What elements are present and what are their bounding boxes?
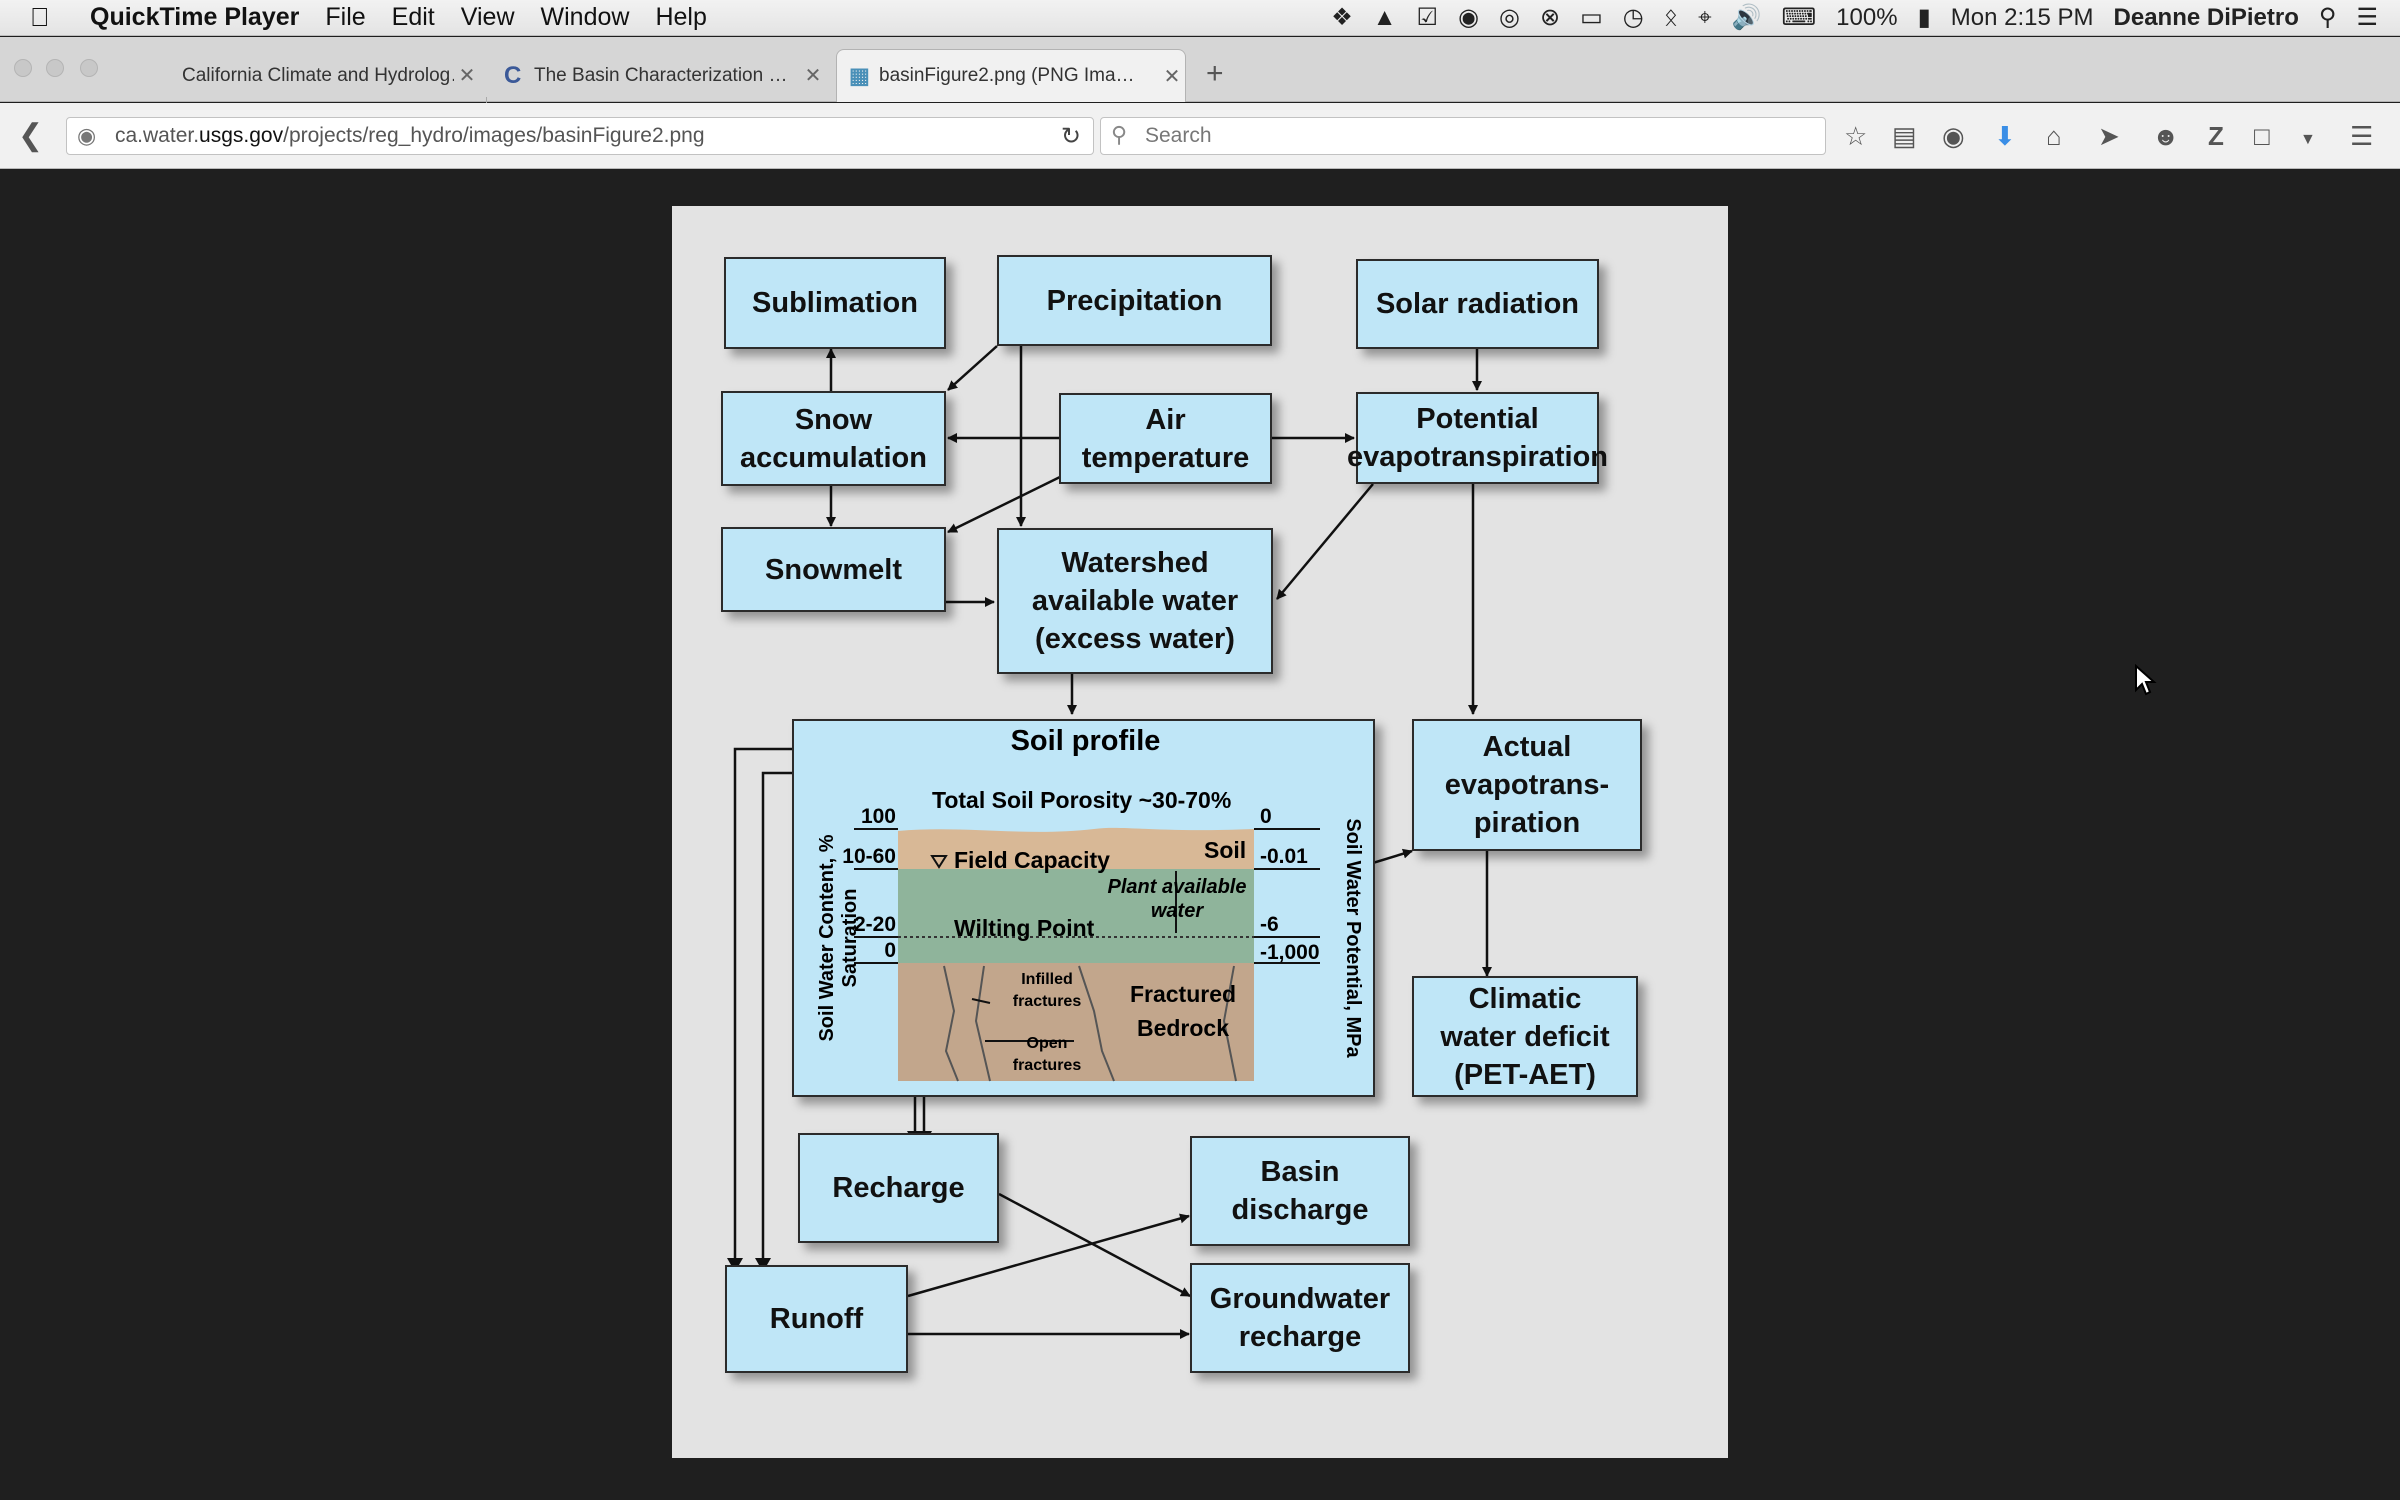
bookmark-star-icon[interactable]: ☆ [1844, 121, 1867, 151]
soil-water-potential-axis-label: Soil Water Potential, MPa [1342, 818, 1364, 1058]
window-zoom-button[interactable] [80, 59, 98, 77]
navigation-bar: ❮ ◉ ca.water. usgs.gov/projects/reg_hydro… [0, 103, 2400, 169]
hamburger-menu-icon[interactable]: ☰ [2350, 121, 2373, 151]
search-field[interactable]: ⚲ Search [1100, 117, 1826, 155]
snowmelt-box: Snowmelt [721, 527, 946, 612]
soil-profile-box: Soil profile Total Soil Porosity ~30-70% [792, 719, 1375, 1097]
volume-icon[interactable]: 🔊 [1732, 0, 1762, 36]
wilting-point-label: Wilting Point [954, 915, 1095, 941]
dropdown-icon[interactable]: ▼ [2300, 125, 2316, 155]
field-capacity-label: Field Capacity [954, 847, 1110, 873]
menu-window[interactable]: Window [541, 3, 630, 32]
tab-basin-characterization[interactable]: C The Basin Characterization … ✕ [492, 49, 826, 102]
left-tick-0: 0 [884, 939, 896, 962]
menu-help[interactable]: Help [655, 3, 706, 32]
c-favicon-icon: C [504, 61, 522, 89]
user-name[interactable]: Deanne DiPietro [2114, 0, 2299, 36]
watershed-available-water-box: Watershed available water (excess water) [997, 528, 1273, 674]
tab-title: The Basin Characterization … [534, 64, 788, 86]
left-tick-10-60: 10-60 [842, 845, 896, 868]
spotlight-search-icon[interactable]: ⚲ [2319, 0, 2337, 36]
zotero-icon[interactable]: Z [2208, 121, 2224, 151]
right-tick-minus-0-01: -0.01 [1260, 845, 1308, 868]
sync-icon[interactable]: ◎ [1499, 0, 1520, 36]
basin-discharge-box: Basin discharge [1190, 1136, 1410, 1246]
reload-icon[interactable]: ↻ [1061, 122, 1081, 151]
solar-radiation-box: Solar radiation [1356, 259, 1599, 349]
tab-title: California Climate and Hydrolog… [182, 64, 454, 86]
send-icon[interactable]: ➤ [2098, 121, 2120, 151]
notification-center-icon[interactable]: ☰ [2356, 0, 2378, 36]
downloads-icon[interactable]: ⬇ [1994, 121, 2016, 151]
right-tick-0: 0 [1260, 805, 1272, 828]
window-minimize-button[interactable] [46, 59, 64, 77]
actual-evapotranspiration-box: Actual evapotrans-piration [1412, 719, 1642, 851]
fractured-bedrock-label: Fractured Bedrock [1129, 981, 1237, 1041]
page-action-icon[interactable]: □ [2254, 121, 2270, 151]
pocket-icon[interactable]: ◉ [1942, 121, 1965, 151]
clock[interactable]: Mon 2:15 PM [1951, 0, 2094, 36]
drive-icon[interactable]: ▲ [1373, 0, 1397, 36]
tab-california-climate[interactable]: California Climate and Hydrolog… ✕ [140, 49, 480, 102]
image-favicon-icon: ▦ [849, 63, 870, 88]
potential-evapotranspiration-box: Potential evapotranspiration [1347, 392, 1608, 484]
time-machine-icon[interactable]: ◷ [1623, 0, 1644, 36]
reading-list-icon[interactable]: ▤ [1892, 121, 1917, 151]
left-tick-2-20: 2-20 [853, 913, 896, 936]
chat-icon[interactable]: ☻ [2152, 121, 2179, 151]
bluetooth-icon[interactable]: ᛟ [1664, 0, 1678, 36]
left-tick-100: 100 [860, 805, 896, 828]
record-icon[interactable]: ◉ [1458, 0, 1479, 36]
menu-edit[interactable]: Edit [392, 3, 435, 32]
climatic-water-deficit-box: Climatic water deficit (PET-AET) [1412, 976, 1638, 1097]
right-tick-minus-6: -6 [1260, 913, 1279, 936]
back-button-icon[interactable]: ❮ [18, 121, 43, 151]
battery-icon[interactable]: ▮ [1918, 0, 1931, 36]
keyboard-icon[interactable]: ⌨ [1782, 0, 1817, 36]
home-icon[interactable]: ⌂ [2046, 121, 2062, 151]
menu-file[interactable]: File [325, 3, 365, 32]
precipitation-box: Precipitation [997, 255, 1272, 346]
wifi-icon[interactable]: ⌖ [1698, 0, 1712, 36]
plant-available-water-label: Plant available water [1107, 876, 1247, 922]
groundwater-recharge-box: Groundwater recharge [1190, 1263, 1410, 1373]
window-close-button[interactable] [14, 59, 32, 77]
tab-title: basinFigure2.png (PNG Ima… [879, 65, 1135, 86]
new-tab-button[interactable]: + [1206, 57, 1224, 91]
right-tick-minus-1000: -1,000 [1260, 941, 1320, 964]
search-icon: ⚲ [1111, 122, 1128, 147]
search-placeholder: Search [1145, 124, 1212, 147]
basin-figure-image: Sublimation Precipitation Solar radiatio… [672, 206, 1728, 1458]
url-path: /projects/reg_hydro/images/basinFigure2.… [283, 124, 705, 147]
apple-menu-icon[interactable]:  [30, 2, 64, 33]
runoff-box: Runoff [725, 1265, 908, 1373]
tab-basin-figure[interactable]: ▦ basinFigure2.png (PNG Ima… ✕ [836, 49, 1186, 102]
tab-close-icon[interactable]: ✕ [1159, 64, 1185, 89]
url-prefix: ca.water. [115, 124, 200, 147]
tab-bar: California Climate and Hydrolog… ✕ C The… [0, 37, 2400, 131]
sublimation-box: Sublimation [724, 257, 946, 349]
task-icon[interactable]: ☑ [1417, 0, 1439, 36]
site-info-icon[interactable]: ◉ [77, 123, 96, 149]
alert-icon[interactable]: ⊗ [1540, 0, 1560, 36]
infilled-fractures-label: Infilled fractures [1012, 971, 1082, 1010]
url-domain: usgs.gov [199, 124, 284, 147]
air-temperature-box: Air temperature [1059, 393, 1272, 484]
recharge-box: Recharge [798, 1133, 999, 1243]
open-fractures-label: Open fractures [1012, 1035, 1082, 1074]
menu-view[interactable]: View [461, 3, 515, 32]
app-menu[interactable]: QuickTime Player [90, 3, 299, 32]
battery-percent: 100% [1836, 4, 1898, 31]
menu-bar:  QuickTime Player File Edit View Window… [0, 0, 2400, 36]
url-bar[interactable]: ◉ ca.water. usgs.gov/projects/reg_hydro/i… [66, 117, 1094, 155]
soil-label: Soil [1204, 837, 1247, 863]
tab-close-icon[interactable]: ✕ [800, 63, 826, 88]
snow-accumulation-box: Snow accumulation [721, 391, 946, 486]
dropbox-icon[interactable]: ❖ [1331, 0, 1353, 36]
soil-water-content-axis-label: Soil Water Content, % Saturation [816, 834, 861, 1042]
mouse-cursor-icon [2135, 664, 2157, 696]
airplay-icon[interactable]: ▭ [1580, 0, 1603, 36]
tab-close-icon[interactable]: ✕ [454, 63, 480, 88]
